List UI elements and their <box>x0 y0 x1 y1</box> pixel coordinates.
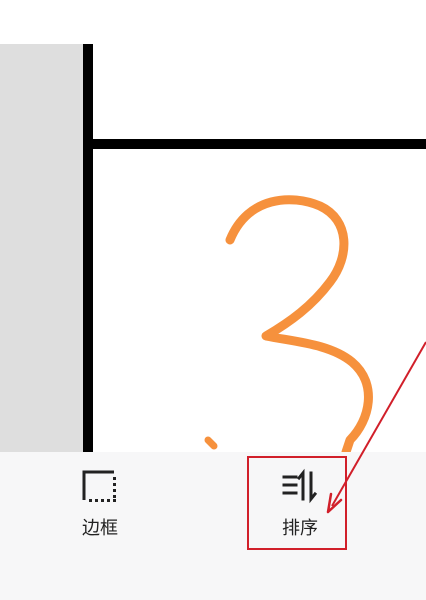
sort-button-label: 排序 <box>282 518 318 539</box>
handwritten-number-drawing <box>204 195 373 452</box>
bottom-toolbar: 边框 排序 <box>0 452 426 600</box>
spreadsheet-canvas[interactable] <box>0 0 426 452</box>
app-screen: 边框 排序 <box>0 0 426 600</box>
sort-icon <box>282 468 318 504</box>
border-button-label: 边框 <box>82 518 118 539</box>
sort-button[interactable]: 排序 <box>260 466 340 546</box>
border-icon <box>82 470 116 502</box>
border-button[interactable]: 边框 <box>60 466 140 546</box>
